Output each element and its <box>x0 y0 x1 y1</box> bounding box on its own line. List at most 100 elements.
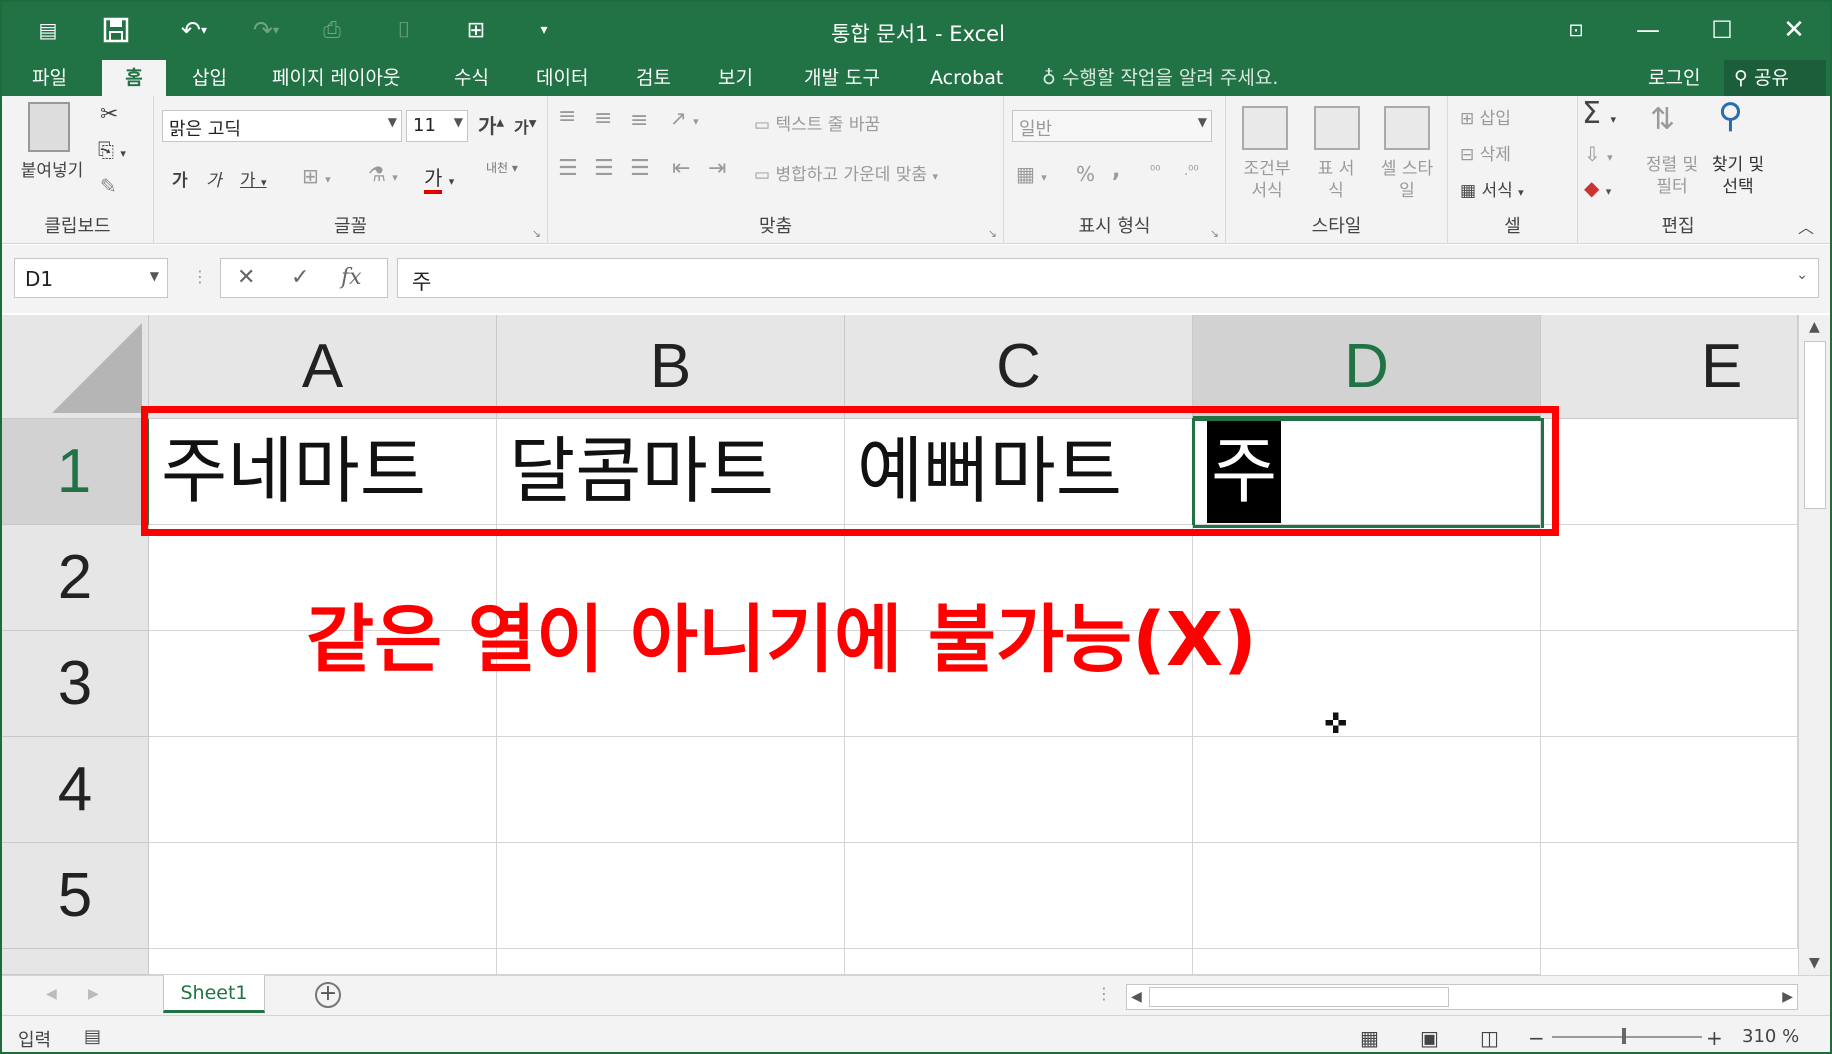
macro-record-icon[interactable]: ▤ <box>84 1026 101 1047</box>
decrease-decimal-icon[interactable]: .⁰⁰ <box>1184 164 1199 179</box>
fill-icon[interactable]: ⇩ ▾ <box>1584 142 1613 166</box>
horizontal-scrollbar[interactable]: ◀ ▶ <box>1126 984 1798 1010</box>
zoom-out-icon[interactable]: − <box>1528 1026 1545 1050</box>
align-bottom-icon[interactable]: ≡ <box>630 108 648 133</box>
borders-icon[interactable]: ⊞ ▾ <box>302 164 331 188</box>
add-sheet-icon[interactable]: + <box>315 982 341 1008</box>
comma-button[interactable]: , <box>1112 158 1120 183</box>
prev-sheet-icon[interactable]: ◀ <box>46 986 57 1002</box>
conditional-format-button[interactable]: 조건부 서식 <box>1236 158 1298 202</box>
align-middle-icon[interactable]: ≡ <box>594 106 612 131</box>
cell-c4[interactable] <box>845 737 1193 843</box>
zoom-in-icon[interactable]: + <box>1706 1026 1723 1050</box>
increase-indent-icon[interactable]: ⇥ <box>708 156 726 181</box>
sheet-tab-sheet1[interactable]: Sheet1 <box>163 975 265 1013</box>
phonetic-button[interactable]: 내천 ▾ <box>486 162 518 175</box>
tab-view[interactable]: 보기 <box>706 60 765 96</box>
cell-c6[interactable] <box>845 949 1193 975</box>
increase-decimal-icon[interactable]: ⁰⁰ <box>1150 164 1160 179</box>
formula-input[interactable]: 주 ⌄ <box>397 258 1819 298</box>
tab-home[interactable]: 홈 <box>102 60 166 96</box>
insert-function-icon[interactable]: fx <box>341 265 362 290</box>
grow-font-button[interactable]: 가▲ <box>478 110 504 139</box>
tab-file[interactable]: 파일 <box>20 60 79 96</box>
vertical-scroll-thumb[interactable] <box>1804 341 1826 509</box>
align-left-icon[interactable]: ☰ <box>558 156 578 181</box>
scroll-left-icon[interactable]: ◀ <box>1131 989 1142 1005</box>
cell-b6[interactable] <box>497 949 845 975</box>
insert-cells-button[interactable]: ⊞ 삽입 <box>1460 104 1511 129</box>
zoom-slider-thumb[interactable] <box>1622 1028 1626 1044</box>
row-header-6[interactable] <box>2 949 149 975</box>
tab-acrobat[interactable]: Acrobat <box>918 60 1015 96</box>
vertical-scrollbar[interactable]: ▲ ▼ <box>1798 315 1830 975</box>
cell-d5[interactable] <box>1193 843 1541 949</box>
tab-developer[interactable]: 개발 도구 <box>792 60 892 96</box>
orientation-icon[interactable]: ↗ ▾ <box>670 106 699 130</box>
decrease-indent-icon[interactable]: ⇤ <box>672 156 690 181</box>
percent-button[interactable]: % <box>1076 162 1095 186</box>
column-header-a[interactable]: A <box>149 315 497 419</box>
copy-icon[interactable]: ⎘ ▾ <box>98 138 126 162</box>
cell-b5[interactable] <box>497 843 845 949</box>
format-as-table-button[interactable]: 표 서식 <box>1310 158 1362 202</box>
column-header-b[interactable]: B <box>497 315 845 419</box>
next-sheet-icon[interactable]: ▶ <box>88 986 99 1002</box>
align-top-icon[interactable]: ≡ <box>558 104 576 129</box>
scroll-down-icon[interactable]: ▼ <box>1809 955 1820 971</box>
font-size-select[interactable]: 11 ▼ <box>406 110 468 142</box>
tab-page-layout[interactable]: 페이지 레이아웃 <box>260 60 412 96</box>
cancel-icon[interactable]: ✕ <box>237 265 255 290</box>
column-header-e[interactable]: E <box>1541 315 1798 419</box>
tab-data[interactable]: 데이터 <box>524 60 600 96</box>
format-painter-icon[interactable]: ✎ <box>100 174 117 198</box>
format-cells-button[interactable]: ▦ 서식 ▾ <box>1460 176 1524 201</box>
share-button[interactable]: ⚲ 공유 <box>1724 60 1826 96</box>
ribbon-display-icon[interactable]: ⊡ <box>1546 10 1606 50</box>
normal-view-icon[interactable]: ▦ <box>1360 1026 1379 1050</box>
close-icon[interactable]: ✕ <box>1764 10 1824 50</box>
cell-d6[interactable] <box>1193 949 1541 975</box>
scroll-right-icon[interactable]: ▶ <box>1782 989 1793 1005</box>
cell-d4[interactable] <box>1193 737 1541 843</box>
shrink-font-button[interactable]: 가▼ <box>514 114 536 138</box>
zoom-level[interactable]: 310 % <box>1742 1026 1799 1047</box>
cell-e3[interactable] <box>1541 631 1798 737</box>
paste-button[interactable]: 붙여넣기 <box>14 102 90 181</box>
font-color-button[interactable]: 가 ▾ <box>424 162 454 194</box>
align-center-icon[interactable]: ☰ <box>594 156 614 181</box>
bold-button[interactable]: 가 <box>172 166 188 191</box>
cell-a5[interactable] <box>149 843 497 949</box>
cell-e5[interactable] <box>1541 843 1798 949</box>
cell-e4[interactable] <box>1541 737 1798 843</box>
wrap-text-button[interactable]: ▭ 텍스트 줄 바꿈 <box>754 110 880 135</box>
cell-a4[interactable] <box>149 737 497 843</box>
row-header-1[interactable]: 1 <box>2 419 149 525</box>
enter-icon[interactable]: ✓ <box>291 265 309 290</box>
cut-icon[interactable]: ✂ <box>100 102 118 127</box>
expand-formula-icon[interactable]: ⌄ <box>1796 267 1808 283</box>
row-header-5[interactable]: 5 <box>2 843 149 949</box>
page-layout-view-icon[interactable]: ▣ <box>1420 1026 1439 1050</box>
align-right-icon[interactable]: ☰ <box>630 156 650 181</box>
cell-b4[interactable] <box>497 737 845 843</box>
row-header-3[interactable]: 3 <box>2 631 149 737</box>
delete-cells-button[interactable]: ⊟ 삭제 <box>1460 140 1511 165</box>
page-break-view-icon[interactable]: ◫ <box>1480 1026 1499 1050</box>
dialog-launcher-icon[interactable]: ↘ <box>1210 227 1219 240</box>
cell-c5[interactable] <box>845 843 1193 949</box>
find-select-button[interactable]: 찾기 및 선택 <box>1704 154 1772 198</box>
underline-button[interactable]: 가 ▾ <box>240 166 267 191</box>
tab-insert[interactable]: 삽입 <box>180 60 239 96</box>
name-box[interactable]: D1 ▼ <box>14 258 168 298</box>
currency-icon[interactable]: ▦ ▾ <box>1016 162 1047 186</box>
tab-review[interactable]: 검토 <box>624 60 683 96</box>
minimize-icon[interactable]: — <box>1618 10 1678 50</box>
clear-icon[interactable]: ◆ ▾ <box>1584 176 1611 200</box>
select-all-button[interactable] <box>2 315 149 419</box>
cell-a6[interactable] <box>149 949 497 975</box>
dialog-launcher-icon[interactable]: ↘ <box>532 227 541 240</box>
row-header-4[interactable]: 4 <box>2 737 149 843</box>
fill-color-icon[interactable]: ⚗ ▾ <box>368 162 398 186</box>
zoom-slider[interactable] <box>1552 1036 1702 1038</box>
